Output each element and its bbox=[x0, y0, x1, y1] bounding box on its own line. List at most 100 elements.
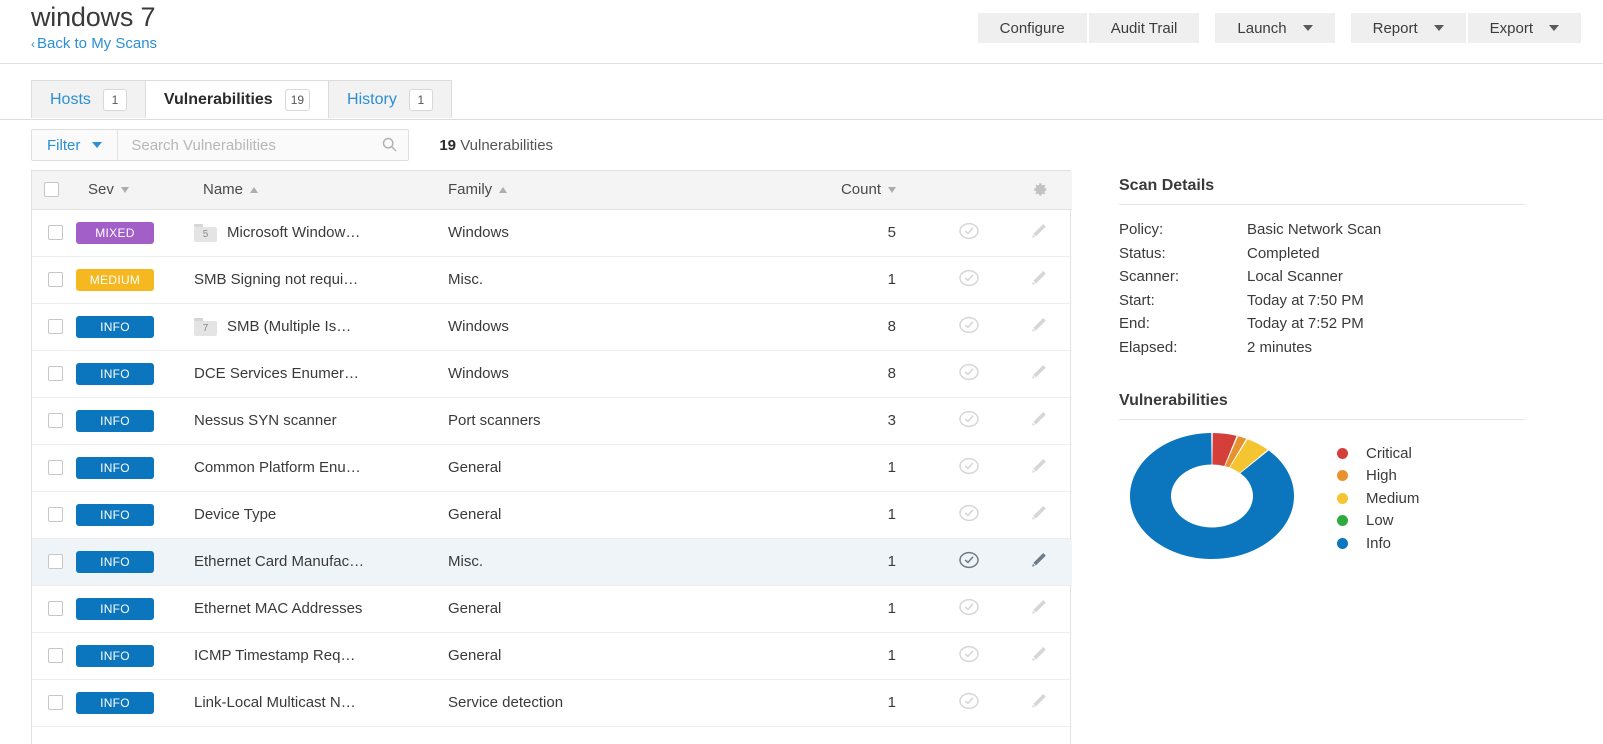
mark-reviewed-button[interactable] bbox=[958, 408, 980, 430]
scan-detail-row: Elapsed:2 minutes bbox=[1119, 336, 1603, 360]
vulnerability-count-value: 1 bbox=[816, 506, 931, 523]
column-header-name[interactable]: Name bbox=[191, 171, 436, 209]
toolbar-group-launch: Launch bbox=[1215, 13, 1334, 43]
audit-trail-button[interactable]: Audit Trail bbox=[1089, 13, 1200, 43]
tab-hosts-label: Hosts bbox=[50, 91, 91, 109]
legend-item[interactable]: Low bbox=[1337, 510, 1419, 533]
tab-hosts[interactable]: Hosts 1 bbox=[31, 80, 146, 118]
table-row[interactable]: INFO7SMB (Multiple Is…Windows8 bbox=[32, 303, 1072, 350]
count-cell: 8 bbox=[816, 350, 931, 397]
edit-vulnerability-button[interactable] bbox=[1028, 361, 1050, 383]
table-row[interactable]: INFOEthernet Card Manufac…Misc.1 bbox=[32, 538, 1072, 585]
legend-color-dot bbox=[1337, 493, 1348, 504]
row-checkbox[interactable] bbox=[48, 366, 63, 381]
count-cell: 1 bbox=[816, 538, 931, 585]
mark-reviewed-button[interactable] bbox=[958, 314, 980, 336]
vulnerability-name: Microsoft Window… bbox=[227, 224, 360, 241]
mark-reviewed-button[interactable] bbox=[958, 502, 980, 524]
mark-reviewed-button[interactable] bbox=[958, 596, 980, 618]
mark-reviewed-button[interactable] bbox=[958, 549, 980, 571]
row-checkbox[interactable] bbox=[48, 601, 63, 616]
scan-detail-value: Basic Network Scan bbox=[1247, 218, 1381, 242]
circle-check-icon bbox=[958, 267, 980, 289]
table-row[interactable]: INFOEthernet MAC AddressesGeneral1 bbox=[32, 585, 1072, 632]
edit-vulnerability-button[interactable] bbox=[1028, 455, 1050, 477]
mark-reviewed-button[interactable] bbox=[958, 690, 980, 712]
back-to-my-scans-link[interactable]: ‹Back to My Scans bbox=[31, 35, 157, 53]
table-row[interactable]: INFOLink-Local Multicast N…Service detec… bbox=[32, 679, 1072, 726]
tab-history[interactable]: History 1 bbox=[328, 80, 452, 118]
legend-item[interactable]: Medium bbox=[1337, 487, 1419, 510]
launch-button[interactable]: Launch bbox=[1215, 13, 1334, 43]
tab-vulnerabilities[interactable]: Vulnerabilities 19 bbox=[145, 80, 329, 118]
page-header: windows 7 ‹Back to My Scans Configure Au… bbox=[0, 0, 1603, 64]
edit-vulnerability-button[interactable] bbox=[1028, 502, 1050, 524]
edit-vulnerability-button[interactable] bbox=[1028, 267, 1050, 289]
column-header-settings[interactable] bbox=[1006, 171, 1072, 209]
filter-button[interactable]: Filter bbox=[32, 130, 118, 160]
edit-vulnerability-button[interactable] bbox=[1028, 596, 1050, 618]
legend-item[interactable]: Critical bbox=[1337, 442, 1419, 465]
column-header-count[interactable]: Count bbox=[816, 171, 931, 209]
search-input[interactable] bbox=[118, 130, 408, 160]
mark-reviewed-button[interactable] bbox=[958, 361, 980, 383]
row-select-cell bbox=[32, 350, 76, 397]
mark-reviewed-button[interactable] bbox=[958, 455, 980, 477]
column-header-sev[interactable]: Sev bbox=[76, 171, 191, 209]
action-cell-edit bbox=[1006, 444, 1072, 491]
table-row[interactable]: INFOICMP Timestamp Req…General1 bbox=[32, 632, 1072, 679]
row-checkbox[interactable] bbox=[48, 319, 63, 334]
pencil-edit-icon bbox=[1028, 502, 1050, 524]
table-row[interactable]: INFODCE Services Enumer…Windows8 bbox=[32, 350, 1072, 397]
table-row[interactable]: MIXED5Microsoft Window…Windows5 bbox=[32, 209, 1072, 256]
row-checkbox[interactable] bbox=[48, 413, 63, 428]
toolbar-group-output: Report Export bbox=[1351, 13, 1581, 43]
edit-vulnerability-button[interactable] bbox=[1028, 408, 1050, 430]
mark-reviewed-button[interactable] bbox=[958, 267, 980, 289]
scan-detail-key: Elapsed: bbox=[1119, 336, 1247, 360]
select-all-checkbox[interactable] bbox=[44, 182, 59, 197]
table-row[interactable]: MEDIUMSMB Signing not requi…Misc.1 bbox=[32, 256, 1072, 303]
table-row[interactable]: INFODevice TypeGeneral1 bbox=[32, 491, 1072, 538]
vulnerability-name: Device Type bbox=[194, 506, 276, 523]
search-wrapper bbox=[118, 130, 408, 160]
legend-item[interactable]: High bbox=[1337, 465, 1419, 488]
row-checkbox[interactable] bbox=[48, 507, 63, 522]
edit-vulnerability-button[interactable] bbox=[1028, 643, 1050, 665]
circle-check-icon bbox=[958, 361, 980, 383]
mark-reviewed-button[interactable] bbox=[958, 220, 980, 242]
row-select-cell bbox=[32, 632, 76, 679]
donut-slice-info[interactable] bbox=[1130, 433, 1294, 559]
export-button[interactable]: Export bbox=[1468, 13, 1581, 43]
severity-cell: INFO bbox=[76, 585, 191, 632]
edit-vulnerability-button[interactable] bbox=[1028, 690, 1050, 712]
edit-vulnerability-button[interactable] bbox=[1028, 314, 1050, 336]
legend-label: Critical bbox=[1366, 445, 1412, 462]
row-checkbox[interactable] bbox=[48, 225, 63, 240]
chevron-down-icon bbox=[1434, 25, 1444, 31]
table-row[interactable]: INFONessus SYN scannerPort scanners3 bbox=[32, 397, 1072, 444]
family-cell: General bbox=[436, 632, 816, 679]
report-button[interactable]: Report bbox=[1351, 13, 1466, 43]
row-checkbox[interactable] bbox=[48, 554, 63, 569]
vulnerabilities-table-panel: Sev Name Family bbox=[31, 170, 1071, 744]
row-checkbox[interactable] bbox=[48, 648, 63, 663]
mark-reviewed-button[interactable] bbox=[958, 643, 980, 665]
action-cell-edit bbox=[1006, 209, 1072, 256]
scan-detail-value: 2 minutes bbox=[1247, 336, 1312, 360]
legend-color-dot bbox=[1337, 448, 1348, 459]
name-cell: Ethernet MAC Addresses bbox=[191, 585, 436, 632]
legend-label: Low bbox=[1366, 512, 1394, 529]
row-checkbox[interactable] bbox=[48, 272, 63, 287]
edit-vulnerability-button[interactable] bbox=[1028, 549, 1050, 571]
row-checkbox[interactable] bbox=[48, 460, 63, 475]
count-cell: 1 bbox=[816, 491, 931, 538]
table-row[interactable]: INFOCommon Platform Enu…General1 bbox=[32, 444, 1072, 491]
column-header-family[interactable]: Family bbox=[436, 171, 816, 209]
family-cell: General bbox=[436, 585, 816, 632]
configure-button[interactable]: Configure bbox=[978, 13, 1087, 43]
edit-vulnerability-button[interactable] bbox=[1028, 220, 1050, 242]
legend-item[interactable]: Info bbox=[1337, 532, 1419, 555]
row-checkbox[interactable] bbox=[48, 695, 63, 710]
circle-check-icon bbox=[958, 690, 980, 712]
